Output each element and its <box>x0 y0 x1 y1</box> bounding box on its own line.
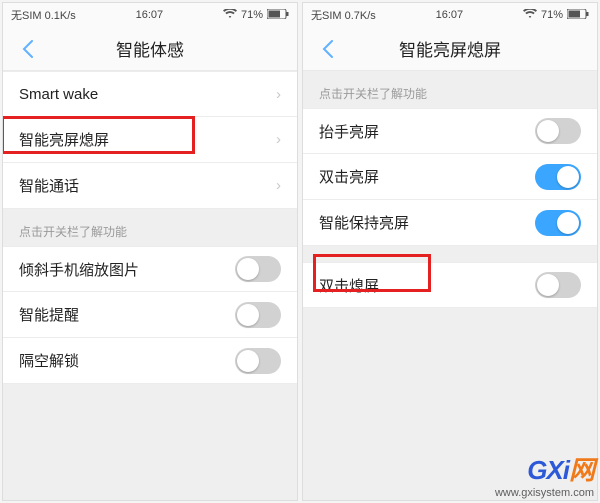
status-bar: 无SIM 0.1K/s 16:07 71% <box>3 3 297 27</box>
page-title: 智能体感 <box>116 36 184 61</box>
battery-icon <box>267 9 289 22</box>
row-label: 双击亮屏 <box>319 166 379 187</box>
row-tilt-zoom[interactable]: 倾斜手机缩放图片 <box>3 246 297 292</box>
row-smart-wake[interactable]: Smart wake › <box>3 71 297 117</box>
row-smart-screen-on-off[interactable]: 智能亮屏熄屏 › <box>3 117 297 163</box>
toggle-smart-keep-bright[interactable] <box>535 210 581 236</box>
row-smart-keep-bright[interactable]: 智能保持亮屏 <box>303 200 597 246</box>
row-label: 智能亮屏熄屏 <box>19 129 109 150</box>
status-bar: 无SIM 0.7K/s 16:07 71% <box>303 3 597 27</box>
row-raise-to-wake[interactable]: 抬手亮屏 <box>303 108 597 154</box>
chevron-right-icon: › <box>276 131 281 148</box>
toggle-raise-to-wake[interactable] <box>535 118 581 144</box>
row-smart-call[interactable]: 智能通话 › <box>3 163 297 209</box>
section-hint: 点击开关栏了解功能 <box>3 209 297 246</box>
phone-right: 无SIM 0.7K/s 16:07 71% 智能亮屏熄屏 点击开关栏了解功能 抬… <box>302 2 598 501</box>
status-battery: 71% <box>541 9 563 21</box>
row-double-tap-sleep[interactable]: 双击熄屏 <box>303 262 597 308</box>
row-label: 隔空解锁 <box>19 350 79 371</box>
wifi-icon <box>223 9 237 22</box>
back-button[interactable] <box>11 27 43 70</box>
back-button[interactable] <box>311 27 343 70</box>
row-double-tap-wake[interactable]: 双击亮屏 <box>303 154 597 200</box>
chevron-right-icon: › <box>276 177 281 194</box>
status-sim: 无SIM 0.1K/s <box>11 7 76 23</box>
section-hint: 点击开关栏了解功能 <box>303 71 597 108</box>
row-label: 智能提醒 <box>19 304 79 325</box>
toggle-double-tap-sleep[interactable] <box>535 272 581 298</box>
row-label: 双击熄屏 <box>319 275 379 296</box>
status-time: 16:07 <box>136 9 164 21</box>
toggle-double-tap-wake[interactable] <box>535 164 581 190</box>
status-time: 16:07 <box>436 9 464 21</box>
battery-icon <box>567 9 589 22</box>
nav-bar: 智能体感 <box>3 27 297 71</box>
wifi-icon <box>523 9 537 22</box>
nav-bar: 智能亮屏熄屏 <box>303 27 597 71</box>
row-label: 智能通话 <box>19 175 79 196</box>
row-label: 智能保持亮屏 <box>319 212 409 233</box>
status-sim: 无SIM 0.7K/s <box>311 7 376 23</box>
toggle-air-unlock[interactable] <box>235 348 281 374</box>
row-label: 抬手亮屏 <box>319 121 379 142</box>
row-smart-alert[interactable]: 智能提醒 <box>3 292 297 338</box>
row-label: Smart wake <box>19 86 98 103</box>
status-battery: 71% <box>241 9 263 21</box>
row-air-unlock[interactable]: 隔空解锁 <box>3 338 297 384</box>
chevron-right-icon: › <box>276 86 281 103</box>
toggle-smart-alert[interactable] <box>235 302 281 328</box>
phone-left: 无SIM 0.1K/s 16:07 71% 智能体感 Smart wake › <box>2 2 298 501</box>
row-label: 倾斜手机缩放图片 <box>19 259 139 280</box>
toggle-tilt-zoom[interactable] <box>235 256 281 282</box>
page-title: 智能亮屏熄屏 <box>399 36 501 61</box>
